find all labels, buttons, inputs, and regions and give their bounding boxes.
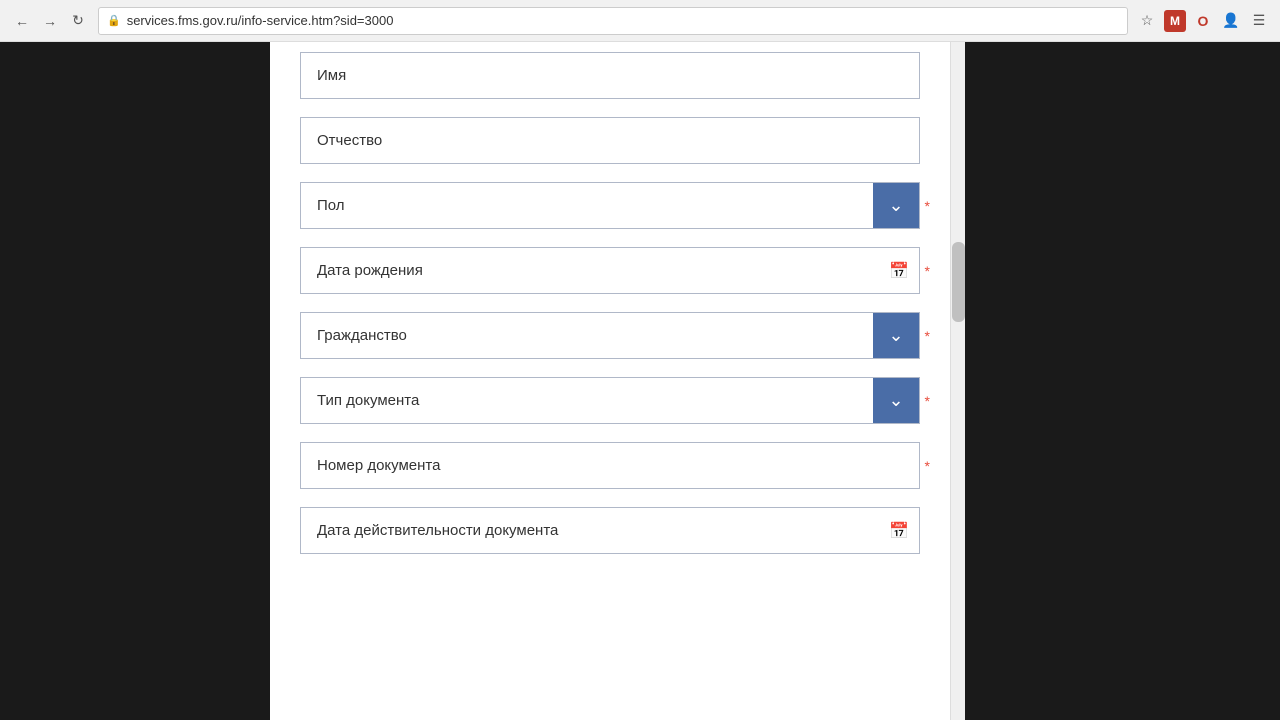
chevron-down-icon: ⌄: [888, 325, 903, 346]
user-icon[interactable]: 👤: [1220, 10, 1242, 32]
input-otchestvo[interactable]: [301, 118, 919, 163]
field-wrapper-nomer-dokumenta: [300, 442, 920, 489]
back-button[interactable]: ←: [10, 9, 34, 33]
dropdown-button-grazhdanstvo[interactable]: ⌄: [873, 313, 919, 358]
form-field-data-deystvitelnosti: 📅: [300, 507, 920, 554]
input-tip-dokumenta[interactable]: [301, 378, 873, 423]
input-pol[interactable]: [301, 183, 873, 228]
browser-chrome: ← → ↻ 🔒 services.fms.gov.ru/info-service…: [0, 0, 1280, 42]
field-wrapper-pol: ⌄: [300, 182, 920, 229]
required-star-pol: *: [925, 198, 930, 214]
input-nomer-dokumenta[interactable]: [301, 443, 919, 488]
page-layout: ⌄*📅*⌄*⌄**📅: [0, 42, 1280, 720]
field-wrapper-data-deystvitelnosti: 📅: [300, 507, 920, 554]
field-wrapper-imya: [300, 52, 920, 99]
address-bar[interactable]: 🔒 services.fms.gov.ru/info-service.htm?s…: [98, 7, 1128, 35]
star-icon[interactable]: ☆: [1136, 10, 1158, 32]
reload-button[interactable]: ↻: [66, 9, 90, 33]
form-field-otchestvo: [300, 117, 920, 164]
field-wrapper-data-rozhdeniya: 📅: [300, 247, 920, 294]
chevron-down-icon: ⌄: [888, 195, 903, 216]
extensions-icon[interactable]: M: [1164, 10, 1186, 32]
form-field-tip-dokumenta: ⌄*: [300, 377, 920, 424]
form-container: ⌄*📅*⌄*⌄**📅: [270, 42, 950, 720]
field-wrapper-otchestvo: [300, 117, 920, 164]
calendar-icon: 📅: [889, 261, 909, 281]
chevron-down-icon: ⌄: [888, 390, 903, 411]
left-panel: [0, 42, 270, 720]
input-data-rozhdeniya[interactable]: [301, 248, 879, 293]
form-field-imya: [300, 52, 920, 99]
required-star-nomer-dokumenta: *: [925, 458, 930, 474]
lock-icon: 🔒: [107, 14, 121, 27]
input-imya[interactable]: [301, 53, 919, 98]
main-content: ⌄*📅*⌄*⌄**📅: [270, 42, 965, 720]
form-field-pol: ⌄*: [300, 182, 920, 229]
opera-icon[interactable]: O: [1192, 10, 1214, 32]
calendar-button-data-rozhdeniya[interactable]: 📅: [879, 248, 919, 293]
forward-button[interactable]: →: [38, 9, 62, 33]
dropdown-button-tip-dokumenta[interactable]: ⌄: [873, 378, 919, 423]
dropdown-button-pol[interactable]: ⌄: [873, 183, 919, 228]
browser-actions: ☆ M O 👤 ☰: [1136, 10, 1270, 32]
form-field-nomer-dokumenta: *: [300, 442, 920, 489]
required-star-grazhdanstvo: *: [925, 328, 930, 344]
form-field-grazhdanstvo: ⌄*: [300, 312, 920, 359]
url-text: services.fms.gov.ru/info-service.htm?sid…: [127, 13, 394, 28]
calendar-button-data-deystvitelnosti[interactable]: 📅: [879, 508, 919, 553]
input-data-deystvitelnosti[interactable]: [301, 508, 879, 553]
right-panel: [965, 42, 1280, 720]
calendar-icon: 📅: [889, 521, 909, 541]
input-grazhdanstvo[interactable]: [301, 313, 873, 358]
scrollbar-thumb[interactable]: [952, 242, 965, 322]
field-wrapper-tip-dokumenta: ⌄: [300, 377, 920, 424]
scrollbar[interactable]: [950, 42, 965, 720]
field-wrapper-grazhdanstvo: ⌄: [300, 312, 920, 359]
menu-icon[interactable]: ☰: [1248, 10, 1270, 32]
required-star-tip-dokumenta: *: [925, 393, 930, 409]
form-field-data-rozhdeniya: 📅*: [300, 247, 920, 294]
required-star-data-rozhdeniya: *: [925, 263, 930, 279]
nav-buttons: ← → ↻: [10, 9, 90, 33]
